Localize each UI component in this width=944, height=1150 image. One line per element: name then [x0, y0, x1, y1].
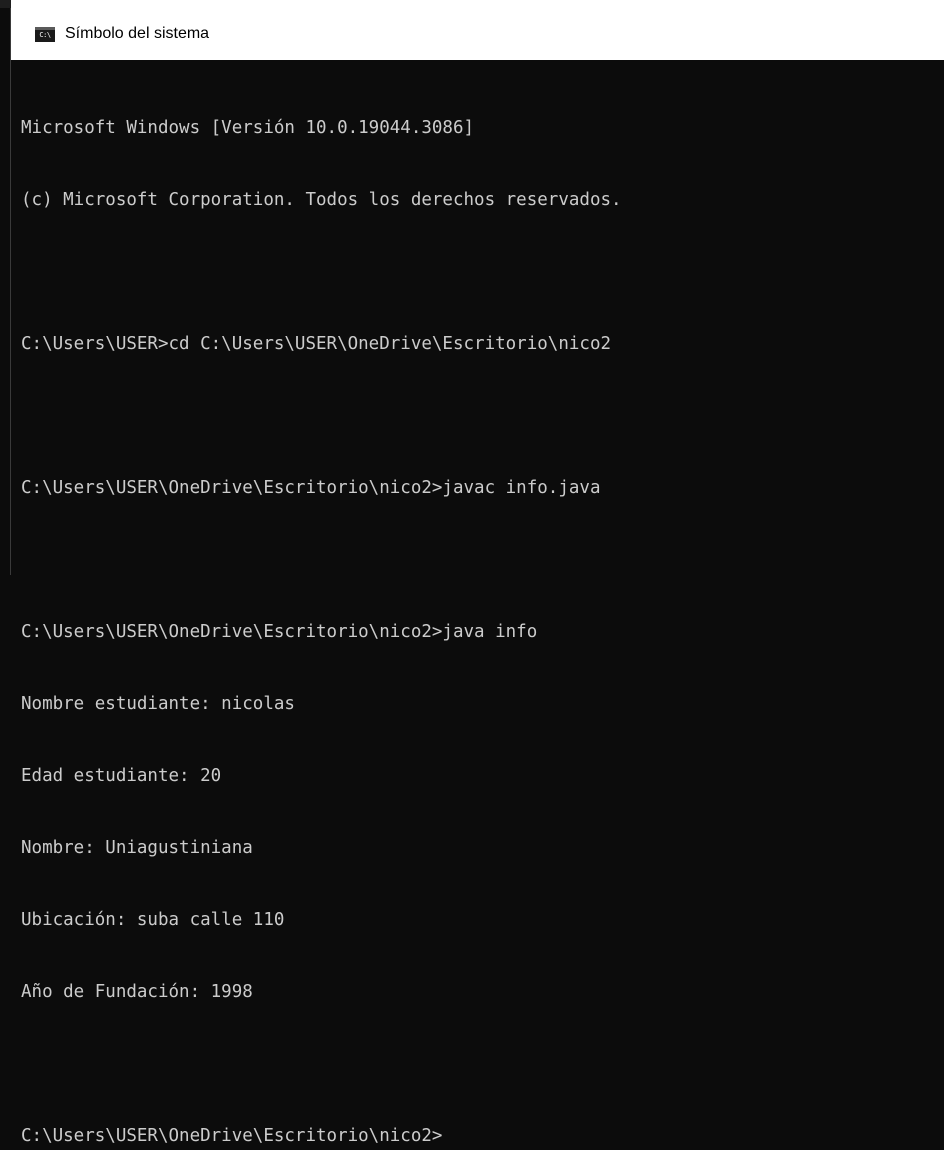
console-line: Nombre estudiante: nicolas	[21, 694, 295, 714]
title-bar[interactable]: C:\ Símbolo del sistema	[11, 0, 944, 60]
command-prompt-window[interactable]: C:\ Símbolo del sistema Microsoft Window…	[10, 0, 944, 1146]
console-prompt: C:\Users\USER\OneDrive\Escritorio\nico2>	[21, 1126, 443, 1146]
console-line: C:\Users\USER\OneDrive\Escritorio\nico2>…	[21, 478, 601, 498]
console-line: Año de Fundación: 1998	[21, 982, 253, 1002]
console-line: Edad estudiante: 20	[21, 766, 222, 786]
console-line: Ubicación: suba calle 110	[21, 910, 285, 930]
console-line: (c) Microsoft Corporation. Todos los der…	[21, 190, 622, 210]
window-title: Símbolo del sistema	[65, 25, 210, 42]
console-line: C:\Users\USER>cd C:\Users\USER\OneDrive\…	[21, 334, 612, 354]
cmd-icon-label: C:\	[39, 31, 51, 39]
console-line: Microsoft Windows [Versión 10.0.19044.30…	[21, 118, 475, 138]
console-line: Nombre: Uniagustiniana	[21, 838, 253, 858]
console-line: C:\Users\USER\OneDrive\Escritorio\nico2>…	[21, 622, 538, 642]
console-prompt-line[interactable]: C:\Users\USER\OneDrive\Escritorio\nico2>	[21, 1124, 944, 1148]
console-output[interactable]: Microsoft Windows [Versión 10.0.19044.30…	[11, 68, 944, 1146]
cmd-icon: C:\	[35, 26, 55, 42]
